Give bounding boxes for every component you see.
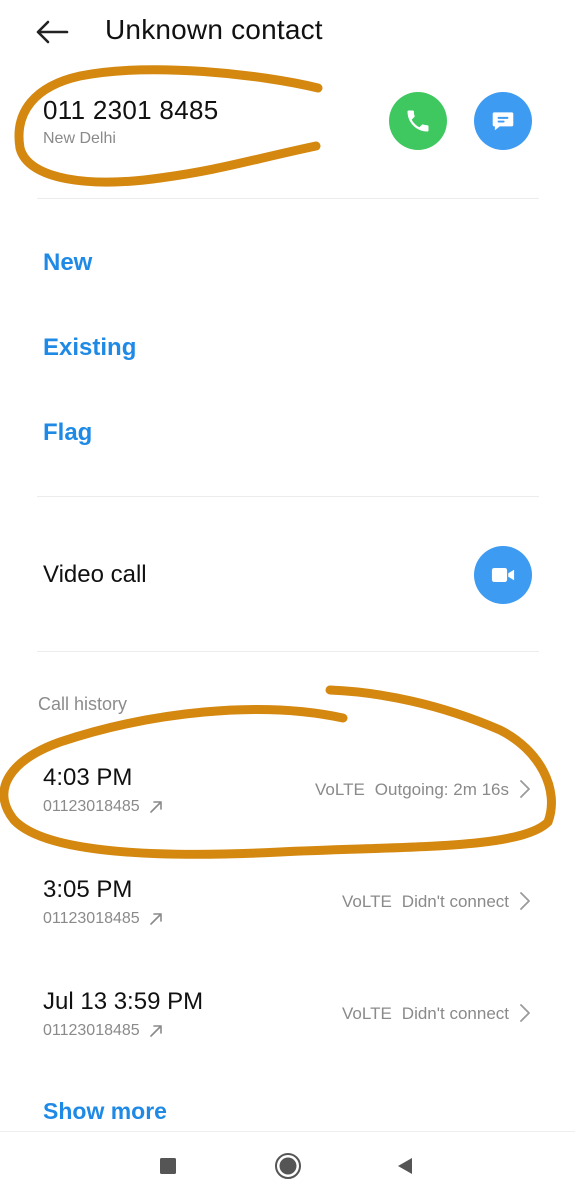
call-time: 4:03 PM — [43, 764, 133, 791]
existing-contact-link[interactable]: Existing — [43, 334, 136, 362]
call-history-row[interactable]: 4:03 PM 01123018485 VoLTE Outgoing: 2m 16… — [0, 764, 575, 864]
call-time: Jul 13 3:59 PM — [43, 988, 204, 1015]
call-button[interactable] — [389, 92, 447, 150]
divider — [37, 198, 539, 199]
new-contact-link[interactable]: New — [43, 249, 92, 277]
call-status: VoLTE Didn't connect — [342, 892, 509, 912]
call-result: Didn't connect — [401, 892, 509, 911]
show-more-link[interactable]: Show more — [43, 1098, 167, 1125]
flag-link[interactable]: Flag — [43, 419, 92, 447]
chevron-right-icon — [520, 1004, 530, 1022]
divider — [37, 651, 539, 652]
call-history-row[interactable]: 3:05 PM 01123018485 VoLTE Didn't connect — [0, 876, 575, 976]
arrow-up-right-icon — [149, 913, 162, 925]
call-result: Didn't connect — [401, 1004, 509, 1023]
call-number-text: 01123018485 — [43, 910, 140, 927]
call-time: 3:05 PM — [43, 876, 133, 903]
circle-icon — [275, 1153, 301, 1179]
call-number: 01123018485 — [43, 910, 164, 928]
recents-button[interactable] — [146, 1146, 190, 1186]
phone-number: 011 2301 8485 — [43, 95, 219, 125]
arrow-up-right-icon — [149, 1025, 162, 1037]
location-label: New Delhi — [43, 130, 116, 147]
page-title: Unknown contact — [105, 14, 323, 45]
call-number-text: 01123018485 — [43, 798, 140, 815]
video-call-label: Video call — [43, 561, 147, 588]
message-button[interactable] — [474, 92, 532, 150]
triangle-left-icon — [398, 1158, 412, 1174]
back-button[interactable] — [28, 12, 76, 52]
chevron-right-icon — [520, 780, 530, 798]
navigation-bar — [0, 1131, 575, 1200]
network-type: VoLTE — [315, 780, 365, 799]
message-icon — [492, 112, 514, 131]
arrow-left-icon — [36, 20, 69, 44]
video-call-button[interactable] — [474, 546, 532, 604]
call-number: 01123018485 — [43, 1022, 164, 1040]
nav-back-button[interactable] — [383, 1146, 427, 1186]
video-camera-icon — [491, 568, 515, 582]
network-type: VoLTE — [342, 892, 392, 911]
call-history-row[interactable]: Jul 13 3:59 PM 01123018485 VoLTE Didn't c… — [0, 988, 575, 1088]
divider — [37, 496, 539, 497]
square-icon — [160, 1158, 176, 1174]
call-history-heading: Call history — [38, 694, 128, 714]
call-number-text: 01123018485 — [43, 1022, 140, 1039]
call-result: Outgoing: 2m 16s — [374, 780, 509, 799]
arrow-up-right-icon — [149, 801, 162, 813]
chevron-right-icon — [520, 892, 530, 910]
phone-icon — [407, 110, 429, 132]
call-status: VoLTE Didn't connect — [342, 1004, 509, 1024]
call-status: VoLTE Outgoing: 2m 16s — [315, 780, 509, 800]
home-button[interactable] — [266, 1146, 310, 1186]
network-type: VoLTE — [342, 1004, 392, 1023]
call-number: 01123018485 — [43, 798, 164, 816]
